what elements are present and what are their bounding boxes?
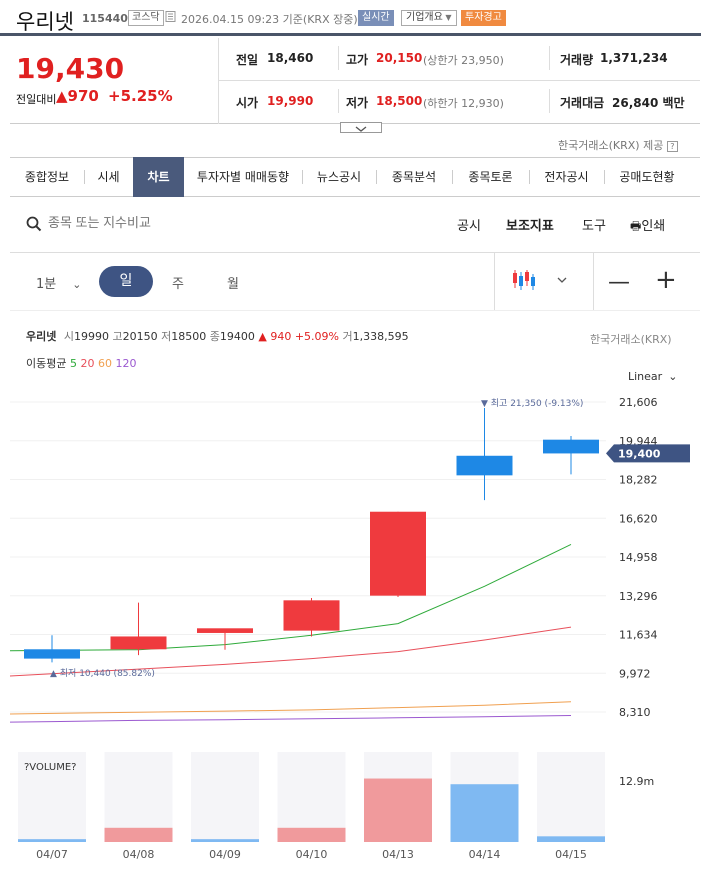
y-tick-label: 11,634 bbox=[619, 629, 658, 642]
candle-body bbox=[197, 628, 253, 633]
min-price-annotation: ▲ 최저 10,440 (85.82%) bbox=[50, 668, 155, 679]
volume-background bbox=[191, 752, 259, 842]
volume-bar bbox=[450, 784, 519, 842]
candle-body bbox=[543, 439, 599, 454]
volume-bar bbox=[18, 839, 86, 842]
x-tick-label: 04/13 bbox=[382, 848, 414, 861]
y-tick-label: 13,296 bbox=[619, 590, 658, 603]
y-tick-label: 9,972 bbox=[619, 667, 651, 680]
x-tick-label: 04/09 bbox=[209, 848, 241, 861]
x-tick-label: 04/08 bbox=[123, 848, 155, 861]
y-tick-label: 8,310 bbox=[619, 706, 651, 719]
candle-body bbox=[24, 649, 80, 659]
volume-tick-label: 12.9m bbox=[619, 775, 654, 788]
y-tick-label: 18,282 bbox=[619, 474, 658, 487]
y-tick-label: 14,958 bbox=[619, 551, 658, 564]
candle-body bbox=[110, 636, 167, 650]
volume-bar bbox=[364, 778, 432, 842]
ma120-line bbox=[9, 715, 572, 723]
x-tick-label: 04/07 bbox=[36, 848, 68, 861]
y-tick-label: 16,620 bbox=[619, 512, 658, 525]
candle-body bbox=[456, 455, 513, 476]
x-tick-label: 04/15 bbox=[555, 848, 587, 861]
y-tick-label: 21,606 bbox=[619, 396, 658, 409]
volume-background bbox=[537, 752, 605, 842]
x-tick-label: 04/10 bbox=[296, 848, 328, 861]
candle-body bbox=[370, 511, 426, 596]
volume-bar bbox=[191, 839, 259, 842]
volume-title: ?VOLUME? bbox=[24, 762, 77, 773]
current-price-tag-label: 19,400 bbox=[618, 447, 661, 460]
candle-body bbox=[283, 600, 340, 631]
volume-bar bbox=[277, 827, 346, 842]
max-price-annotation: ▼ 최고 21,350 (-9.13%) bbox=[481, 398, 583, 409]
volume-bar bbox=[104, 827, 173, 842]
volume-bar bbox=[537, 836, 605, 842]
x-tick-label: 04/14 bbox=[469, 848, 501, 861]
price-chart[interactable]: 21,60619,94418,28216,62014,95813,29611,6… bbox=[0, 0, 701, 874]
